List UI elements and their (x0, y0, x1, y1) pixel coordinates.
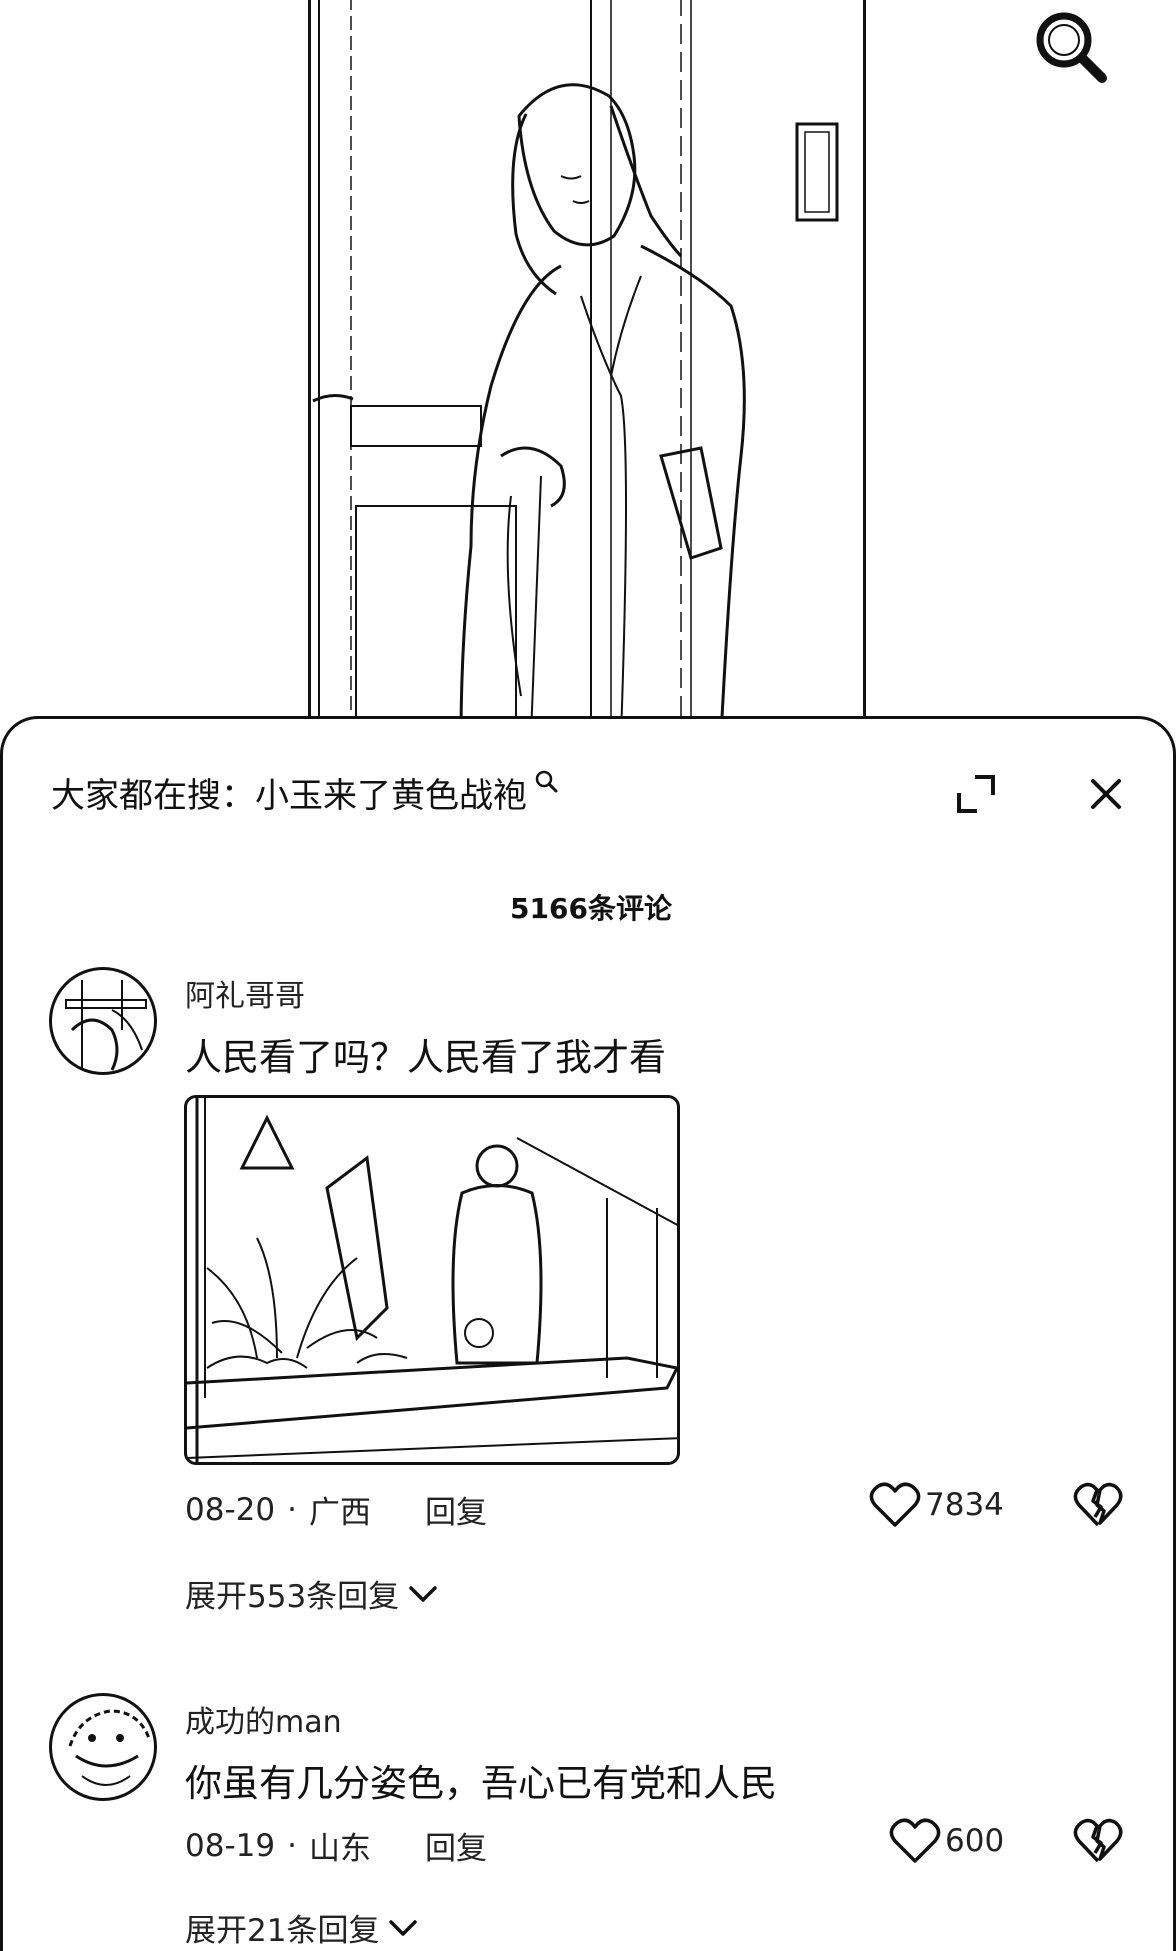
comment-username[interactable]: 成功的man (185, 1697, 342, 1741)
chevron-down-icon (409, 1585, 437, 1602)
comments-count: 5166条评论 (510, 892, 672, 925)
dislike-button[interactable] (1073, 1817, 1123, 1865)
search-button[interactable] (1030, 6, 1110, 86)
expand-replies-label: 展开21条回复 (185, 1913, 380, 1949)
chevron-down-icon (389, 1919, 418, 1936)
heart-icon (869, 1482, 921, 1527)
close-icon (1091, 779, 1121, 809)
comment-date: 08-19 (185, 1827, 276, 1864)
expand-replies-button[interactable]: 展开553条回复 (185, 1571, 439, 1616)
comment-username[interactable]: 阿礼哥哥 (185, 971, 305, 1015)
search-suggestion[interactable]: 大家都在搜： 小玉来了黄色战袍 (51, 767, 559, 817)
comment-image[interactable] (184, 1095, 680, 1465)
meta-separator: · (287, 1491, 297, 1528)
dislike-button[interactable] (1073, 1481, 1123, 1529)
expand-replies-button[interactable]: 展开21条回复 (185, 1905, 419, 1950)
comment-meta: 08-19 · 山东 (185, 1823, 371, 1868)
like-count: 600 (945, 1823, 1005, 1859)
like-count: 7834 (925, 1487, 1004, 1523)
like-button[interactable]: 7834 (869, 1481, 1004, 1529)
comments-sheet: 大家都在搜： 小玉来了黄色战袍 5166条评论 阿礼哥哥 人民看了吗？人民看了我… (0, 716, 1176, 1951)
broken-heart-icon (1073, 1818, 1123, 1863)
comment-text: 人民看了吗？人民看了我才看 (185, 1036, 666, 1079)
expand-replies-label: 展开553条回复 (185, 1579, 400, 1615)
search-suggestion-query: 小玉来了黄色战袍 (255, 775, 527, 816)
avatar-image (65, 980, 147, 1071)
expand-sheet-button[interactable] (949, 767, 1003, 821)
expand-icon (957, 775, 995, 813)
avatar-image (68, 1709, 152, 1786)
broken-heart-icon (1073, 1482, 1123, 1527)
video-player[interactable] (0, 0, 1176, 730)
avatar[interactable] (49, 1693, 157, 1801)
comment-location: 山东 (308, 1831, 371, 1867)
comment-location: 广西 (308, 1495, 371, 1531)
search-suggestion-prefix: 大家都在搜： (51, 775, 255, 816)
comment-image-drawing (187, 1098, 677, 1462)
comment-date: 08-20 (185, 1491, 276, 1528)
comment-text: 你虽有几分姿色，吾心已有党和人民 (185, 1762, 777, 1805)
heart-icon (889, 1818, 941, 1863)
comment-meta: 08-20 · 广西 (185, 1487, 371, 1532)
close-button[interactable] (1079, 767, 1133, 821)
meta-separator: · (287, 1827, 297, 1864)
video-still-image (312, 0, 839, 730)
search-icon (1036, 12, 1107, 83)
avatar[interactable] (49, 967, 157, 1075)
reply-button[interactable]: 回复 (425, 1487, 487, 1532)
reply-button[interactable]: 回复 (425, 1823, 487, 1868)
video-frame (308, 0, 866, 730)
search-icon (535, 770, 558, 793)
like-button[interactable]: 600 (889, 1817, 1004, 1865)
